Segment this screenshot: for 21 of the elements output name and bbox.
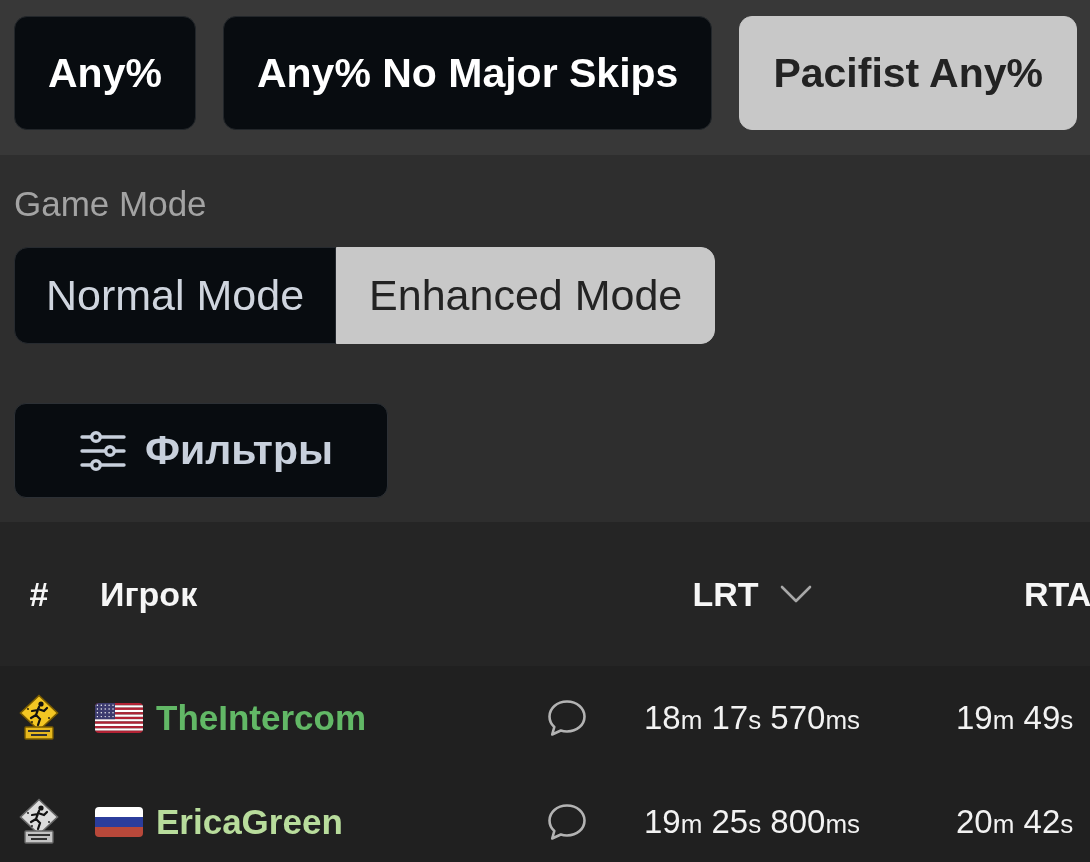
game-mode-label: Game Mode <box>14 184 207 224</box>
chevron-down-icon[interactable] <box>779 585 812 603</box>
column-header: # <box>29 574 49 614</box>
comment-icon[interactable] <box>547 699 587 737</box>
sliders-icon <box>80 430 126 471</box>
category-tab[interactable]: Pacifist Any% <box>739 16 1078 130</box>
comment-icon[interactable] <box>547 803 587 841</box>
player-name-link[interactable]: TheIntercom <box>156 698 367 738</box>
category-tab[interactable]: Any% No Major Skips <box>222 16 713 130</box>
column-header: Игрок <box>100 574 198 614</box>
rta-time: 19m 49s <box>956 699 1074 737</box>
mode-toggle[interactable]: Normal Mode <box>14 247 337 344</box>
column-header: RTA <box>1024 574 1090 614</box>
mode-toggle[interactable]: Enhanced Mode <box>336 247 716 344</box>
category-tab[interactable]: Any% <box>14 16 196 130</box>
column-header: LRT <box>692 574 759 614</box>
lrt-time: 18m 17s 570ms <box>643 699 861 737</box>
filters-button[interactable]: Фильтры <box>14 403 388 498</box>
rta-time: 20m 42s <box>956 803 1074 841</box>
lrt-time: 19m 25s 800ms <box>643 803 861 841</box>
player-name-link[interactable]: EricaGreen <box>156 802 343 842</box>
